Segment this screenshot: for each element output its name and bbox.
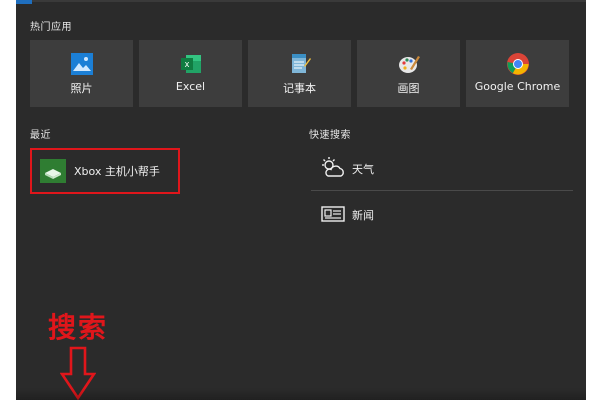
paint-icon: [398, 56, 420, 73]
search-annotation-text: 搜索: [48, 311, 109, 344]
app-tile-excel[interactable]: x Excel: [139, 40, 242, 107]
xbox-icon: [40, 159, 66, 183]
app-tile-label: 照片: [70, 82, 93, 95]
app-tile-photos[interactable]: 照片: [30, 40, 133, 107]
quick-search-title: 快速搜索: [309, 130, 351, 141]
down-arrow-icon: [60, 346, 96, 400]
app-tile-label: Excel: [175, 80, 206, 93]
quick-search-label: 天气: [352, 163, 374, 176]
notepad-icon: [291, 54, 311, 73]
photos-icon: [70, 53, 93, 75]
chrome-icon: [506, 53, 529, 75]
popular-apps-title: 热门应用: [30, 22, 72, 33]
quick-search-label: 新闻: [352, 209, 374, 222]
recent-title: 最近: [30, 130, 51, 141]
divider: [311, 190, 573, 191]
news-icon: [321, 206, 345, 222]
app-tile-notepad[interactable]: 记事本: [248, 40, 351, 107]
recent-item-xbox[interactable]: Xbox 主机小帮手: [30, 148, 180, 194]
start-search-panel: 热门应用 照片 x Excel 记事本 画图 Google Chrome 最近 …: [16, 0, 586, 400]
app-tile-label: 画图: [397, 82, 420, 95]
top-accent-bar: [16, 0, 32, 4]
recent-item-label: Xbox 主机小帮手: [74, 165, 160, 178]
app-tile-paint[interactable]: 画图: [357, 40, 460, 107]
app-tile-chrome[interactable]: Google Chrome: [466, 40, 569, 107]
weather-icon: [322, 157, 344, 177]
svg-text:x: x: [184, 59, 189, 69]
top-border: [32, 0, 586, 2]
excel-icon: x: [180, 55, 201, 73]
app-tile-label: Google Chrome: [474, 80, 561, 93]
app-tile-label: 记事本: [283, 82, 316, 95]
